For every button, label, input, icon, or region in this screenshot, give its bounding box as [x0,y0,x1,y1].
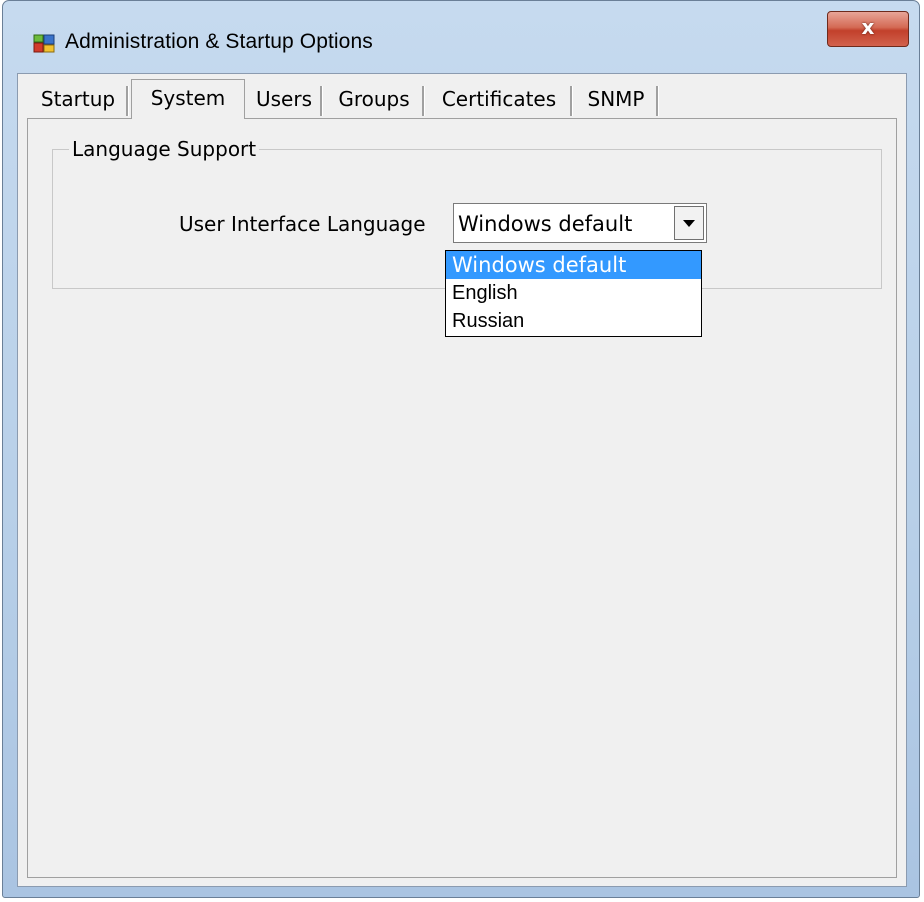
ui-language-select[interactable]: Windows default [453,203,707,243]
tab-certificates[interactable]: Certificates [425,82,573,118]
tab-label: Groups [338,87,410,111]
ui-language-label: User Interface Language [179,212,426,236]
chevron-down-icon[interactable] [674,206,704,240]
close-button[interactable]: x [827,11,909,47]
application-icon [33,34,55,53]
dialog-client-area: Startup System Users Groups Certificates… [17,73,907,887]
close-icon: x [861,15,875,39]
option-windows-default[interactable]: Windows default [446,251,701,279]
group-title: Language Support [69,137,260,161]
tab-users[interactable]: Users [245,82,323,118]
tab-groups[interactable]: Groups [323,82,425,118]
option-russian[interactable]: Russian [446,307,701,335]
tab-label: Startup [40,87,116,111]
tab-strip: Startup System Users Groups Certificates… [27,79,897,119]
tab-system[interactable]: System [131,79,245,119]
ui-language-dropdown-list: Windows default English Russian [445,250,702,337]
tab-label: Certificates [441,87,557,111]
window-title: Administration & Startup Options [65,30,373,53]
ui-language-value: Windows default [458,212,633,236]
tab-label: System [150,86,226,110]
option-english[interactable]: English [446,279,701,307]
tab-startup[interactable]: Startup [27,82,129,118]
tab-label: SNMP [587,87,645,111]
dialog-window: Administration & Startup Options x Start… [2,0,920,898]
tab-page-system: Language Support User Interface Language… [27,118,897,878]
tab-snmp[interactable]: SNMP [573,82,659,118]
tab-label: Users [255,87,312,111]
